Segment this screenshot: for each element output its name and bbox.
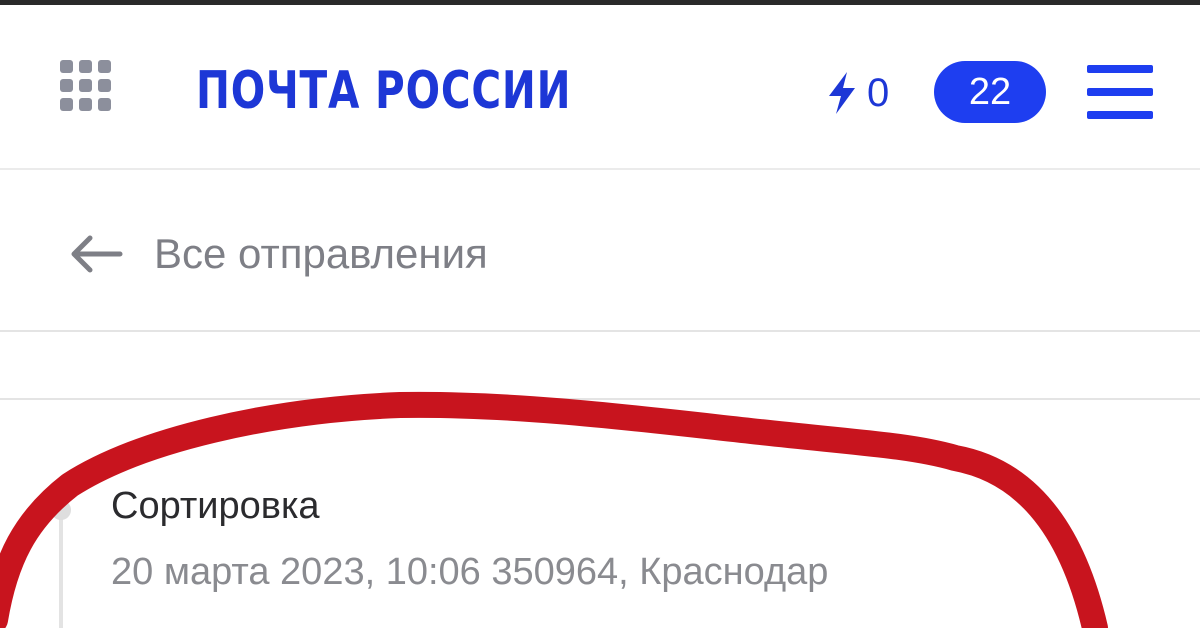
notifications-badge[interactable]: 22 — [934, 61, 1046, 123]
hamburger-menu-icon — [1087, 65, 1153, 73]
bonus-points-count: 0 — [867, 71, 890, 115]
lightning-bolt-icon — [829, 72, 855, 114]
apps-grid-icon — [58, 58, 114, 114]
section-divider — [0, 332, 1200, 400]
arrow-left-icon — [71, 235, 123, 273]
tracking-page: ПОЧТА РОССИИ 0 22 Все отправления Сортир… — [0, 0, 1200, 628]
back-to-all-shipments-link[interactable]: Все отправления — [68, 227, 488, 281]
back-navigation-bar: Все отправления — [0, 172, 1200, 332]
hamburger-menu-button[interactable] — [1087, 65, 1153, 119]
bonus-points-button[interactable]: 0 — [825, 67, 889, 119]
tracking-history: Сортировка 20 марта 2023, 10:06 350964, … — [0, 400, 1200, 628]
back-link-label: Все отправления — [154, 230, 488, 277]
timeline-dot — [51, 500, 71, 520]
app-header: ПОЧТА РОССИИ 0 22 — [0, 5, 1200, 170]
timeline-line — [59, 510, 63, 628]
tracking-event-details: 20 марта 2023, 10:06 350964, Краснодар — [111, 551, 829, 593]
apps-menu-button[interactable] — [58, 58, 114, 114]
tracking-event-status: Сортировка — [111, 485, 320, 527]
pochta-rossii-logo[interactable]: ПОЧТА РОССИИ — [196, 61, 571, 121]
